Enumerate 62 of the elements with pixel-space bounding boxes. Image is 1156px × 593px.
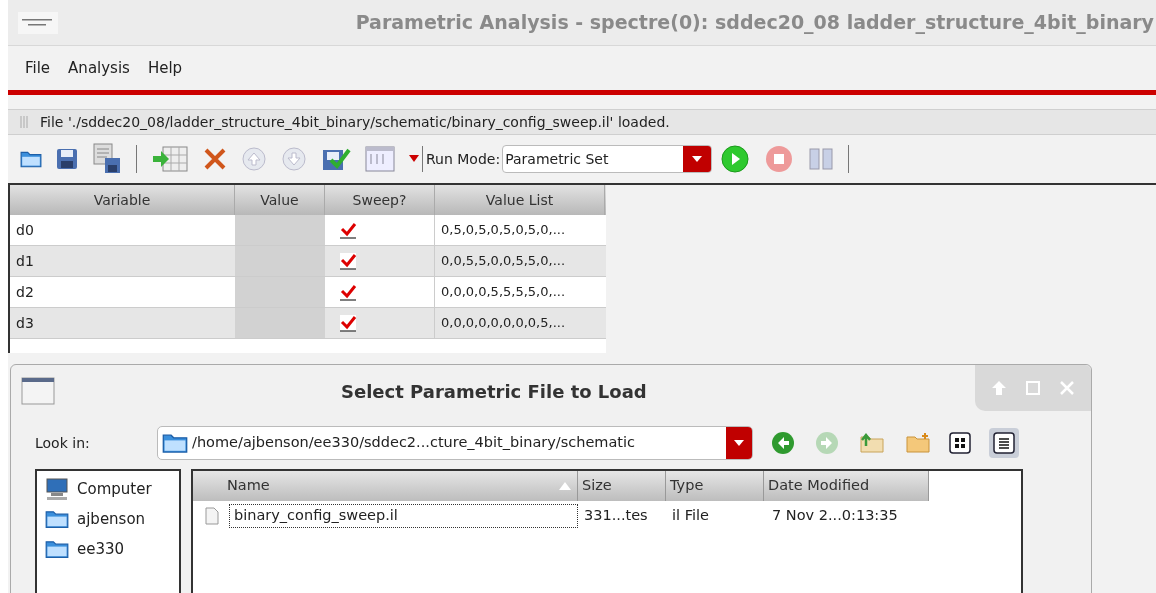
open-folder-icon (20, 150, 42, 168)
menu-item[interactable]: Analysis (68, 56, 130, 80)
place-item[interactable]: ee330 (45, 535, 179, 563)
grip-icon[interactable] (20, 116, 28, 128)
look-in-select[interactable]: /home/ajbenson/ee330/sddec2...cture_4bit_binary/schematic (157, 426, 753, 460)
run-mode-select[interactable]: Parametric Set (502, 145, 713, 173)
table-cell-text: d3 (15, 313, 35, 333)
table-cell-text: 331...tes (583, 506, 649, 526)
detail-view-button[interactable] (989, 428, 1019, 458)
delete-icon[interactable] (203, 147, 227, 171)
checkbox[interactable] (339, 283, 357, 301)
table-cell-text: d1 (15, 251, 35, 271)
table-cell-text: d2 (15, 282, 35, 302)
table-cell-text: d0 (15, 220, 35, 240)
dropdown-arrow-icon (683, 146, 712, 172)
window-title: Parametric Analysis - spectre(0): sddec20_08 ladder_structure_4bit_binary (355, 10, 1155, 36)
checkbox[interactable] (339, 221, 357, 239)
pause-icon[interactable] (808, 147, 835, 171)
checkbox[interactable] (339, 252, 357, 270)
folder-icon (45, 508, 69, 530)
folder-icon (45, 538, 69, 560)
table-cell-text: 7 Nov 2...0:13:35 (771, 506, 899, 526)
dropdown-arrow-icon (726, 427, 752, 459)
column-header[interactable]: Type (666, 471, 764, 501)
table-cell-text: 0,5,0,5,0,5,0,5,0,... (440, 221, 567, 240)
dialog-title: Select Parametric File to Load (341, 379, 647, 404)
list-icon (993, 432, 1015, 454)
back-icon[interactable] (771, 431, 795, 455)
grid-icon (949, 432, 971, 454)
file-name[interactable]: binary_config_sweep.il (229, 504, 578, 528)
table-cell-text: 0,0,5,5,0,0,5,5,0,... (440, 252, 567, 271)
sort-ascending-icon (559, 482, 571, 490)
app-logo-icon (18, 11, 58, 34)
checked-save-icon[interactable] (321, 146, 351, 172)
move-down-icon[interactable] (281, 146, 307, 172)
dropdown-arrow-icon[interactable] (409, 155, 419, 163)
file-icon (205, 507, 219, 525)
stop-icon[interactable] (764, 144, 795, 174)
look-in-label: Look in: (35, 433, 91, 453)
table-cell-text: il File (671, 506, 710, 526)
table-cell-text: 0,0,0,0,5,5,5,5,0,... (440, 283, 567, 302)
run-mode-label: Run Mode: (426, 149, 501, 169)
computer-icon (45, 477, 69, 501)
new-folder-icon[interactable] (905, 432, 931, 454)
save-script-icon[interactable] (92, 143, 122, 175)
menu-item[interactable]: File (25, 56, 51, 80)
folder-icon (162, 432, 188, 454)
place-item[interactable]: ajbenson (45, 505, 179, 533)
checkbox[interactable] (339, 314, 357, 332)
save-icon[interactable] (56, 148, 78, 170)
parent-folder-icon[interactable] (859, 432, 885, 454)
play-icon[interactable] (720, 144, 751, 174)
status-message: File './sddec20_08/ladder_structure_4bit_binary/schematic/binary_config_sweep.il' loaded. (40, 112, 670, 132)
table-cell-text: 0,0,0,0,0,0,0,0,5,... (440, 314, 567, 333)
move-up-icon[interactable] (241, 146, 267, 172)
column-header[interactable]: Size (578, 471, 666, 501)
menu-item[interactable]: Help (147, 56, 183, 80)
column-header[interactable]: Date Modified (764, 471, 929, 501)
window-icon (21, 377, 55, 405)
place-item[interactable]: Computer (45, 475, 179, 503)
column-header[interactable]: Name (193, 471, 578, 501)
import-table-icon[interactable] (151, 145, 189, 173)
